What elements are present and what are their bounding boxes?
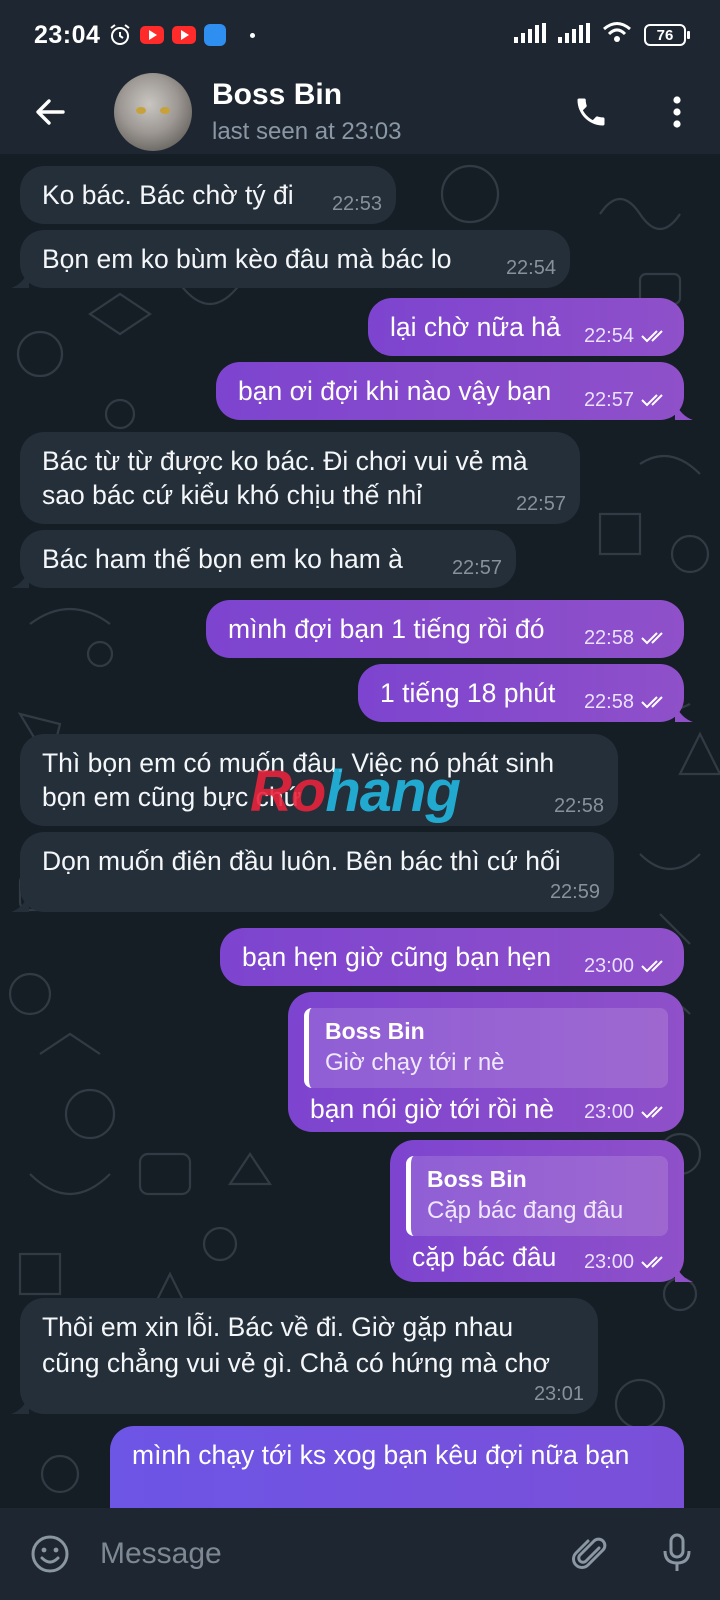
- composer-bar: [0, 1508, 720, 1600]
- arrow-left-icon: [36, 99, 65, 125]
- message-text: 1 tiếng 18 phút: [380, 678, 556, 708]
- message-text-line-2: cũng chẳng vui vẻ gì. Chả có hứng mà chơ: [42, 1348, 550, 1378]
- message-time: 23:01: [533, 1383, 584, 1405]
- youtube-icon-2: [172, 26, 197, 44]
- message-text: mình chạy tới ks xog bạn kêu đợi nữa bạn: [132, 1440, 630, 1470]
- double-check-icon: [641, 696, 663, 709]
- message-incoming[interactable]: Ko bác. Bác chờ tý đi 22:53: [20, 166, 396, 224]
- watermark-logo: Rohang: [250, 758, 461, 825]
- wifi-icon: [602, 21, 632, 50]
- signal-icon-2: [558, 21, 590, 50]
- message-text: Dọn muốn điên đầu luôn. Bên bác thì cứ h…: [42, 846, 561, 876]
- double-check-icon: [641, 960, 663, 973]
- status-time: 23:04: [34, 20, 101, 49]
- emoji-button[interactable]: [0, 1508, 100, 1600]
- last-seen-status: last seen at 23:03: [212, 118, 402, 145]
- emoji-icon: [31, 1535, 69, 1573]
- message-text: lại chờ nữa hả: [390, 312, 561, 342]
- microphone-icon: [663, 1533, 691, 1571]
- message-text: bạn nói giờ tới rồi nè: [310, 1094, 554, 1124]
- signal-icon: [514, 21, 546, 50]
- phone-icon: [577, 98, 605, 126]
- message-time: 22:53: [331, 193, 382, 215]
- more-vertical-icon: [673, 96, 681, 128]
- message-time: 22:54: [583, 325, 634, 347]
- double-check-icon: [641, 394, 663, 407]
- message-time: 22:54: [505, 257, 556, 279]
- message-time: 22:58: [583, 691, 634, 713]
- message-time: 22:59: [549, 881, 600, 903]
- reply-text: Giờ chạy tới r nè: [325, 1049, 505, 1076]
- avatar[interactable]: [114, 73, 192, 151]
- message-time: 22:57: [451, 557, 502, 579]
- message-time: 22:57: [515, 493, 566, 515]
- message-outgoing[interactable]: 1 tiếng 18 phút 22:58: [358, 664, 693, 722]
- message-outgoing[interactable]: lại chờ nữa hả 22:54: [368, 298, 684, 356]
- call-button[interactable]: [548, 70, 634, 154]
- double-check-icon: [641, 1256, 663, 1269]
- watermark-part-1: Ro: [250, 759, 326, 824]
- message-input[interactable]: [100, 1508, 548, 1600]
- battery-level: 76: [656, 26, 674, 44]
- chat-title-block[interactable]: Boss Bin last seen at 23:03: [212, 78, 401, 146]
- message-text-line-1: Bác từ từ được ko bác. Đi chơi vui vẻ mà: [42, 446, 528, 476]
- message-outgoing[interactable]: mình chạy tới ks xog bạn kêu đợi nữa bạn: [110, 1426, 684, 1508]
- voice-record-button[interactable]: [634, 1508, 720, 1600]
- reply-quote[interactable]: Boss Bin Giờ chạy tới r nè: [304, 1008, 668, 1088]
- message-text: bạn ơi đợi khi nào vậy bạn: [238, 376, 552, 406]
- battery-icon: 76: [644, 24, 690, 46]
- message-text-line-2: sao bác cứ kiểu khó chịu thế nhỉ: [42, 480, 423, 510]
- message-text: Bọn em ko bùm kèo đâu mà bác lo: [42, 244, 452, 274]
- message-incoming[interactable]: Bọn em ko bùm kèo đâu mà bác lo 22:54: [11, 230, 570, 288]
- reply-quote[interactable]: Boss Bin Cặp bác đang đâu: [406, 1156, 668, 1236]
- reply-author: Boss Bin: [427, 1166, 527, 1192]
- message-text: mình đợi bạn 1 tiếng rồi đó: [228, 614, 545, 644]
- message-time: 22:58: [583, 627, 634, 649]
- more-options-button[interactable]: [634, 70, 720, 154]
- message-time: 23:00: [583, 955, 634, 977]
- reply-text: Cặp bác đang đâu: [427, 1197, 624, 1224]
- message-incoming[interactable]: Dọn muốn điên đầu luôn. Bên bác thì cứ h…: [11, 832, 614, 912]
- back-button[interactable]: [0, 70, 100, 154]
- message-incoming[interactable]: Thôi em xin lỗi. Bác về đi. Giờ gặp nhau…: [11, 1298, 598, 1414]
- message-text: cặp bác đâu: [412, 1242, 557, 1272]
- double-check-icon: [641, 330, 663, 343]
- message-outgoing[interactable]: bạn ơi đợi khi nào vậy bạn 22:57: [216, 362, 693, 420]
- reply-author: Boss Bin: [325, 1018, 425, 1044]
- message-time: 22:57: [583, 389, 634, 411]
- watermark-part-2: hang: [325, 759, 461, 824]
- message-time: 22:58: [553, 795, 604, 817]
- double-check-icon: [641, 632, 663, 645]
- double-check-icon: [641, 1106, 663, 1119]
- message-outgoing-reply[interactable]: Boss Bin Cặp bác đang đâu cặp bác đâu 23…: [390, 1140, 693, 1282]
- message-text: Bác ham thế bọn em ko ham à: [42, 544, 403, 574]
- alarm-icon: [108, 23, 132, 47]
- notification-dot-icon: [250, 32, 256, 38]
- status-bar: 23:04 76: [0, 0, 720, 70]
- message-text: Ko bác. Bác chờ tý đi: [42, 180, 294, 210]
- message-text-line-1: Thôi em xin lỗi. Bác về đi. Giờ gặp nhau: [42, 1312, 514, 1342]
- attach-button[interactable]: [548, 1508, 634, 1600]
- message-text: bạn hẹn giờ cũng bạn hẹn: [242, 942, 552, 972]
- message-outgoing-reply[interactable]: Boss Bin Giờ chạy tới r nè bạn nói giờ t…: [288, 992, 684, 1132]
- message-outgoing[interactable]: bạn hẹn giờ cũng bạn hẹn 23:00: [220, 928, 684, 986]
- youtube-icon: [140, 26, 165, 44]
- message-incoming[interactable]: Bác ham thế bọn em ko ham à 22:57: [11, 530, 516, 588]
- message-list[interactable]: Ko bác. Bác chờ tý đi 22:53 Bọn em ko bù…: [0, 154, 720, 1508]
- chat-header: Boss Bin last seen at 23:03: [0, 70, 720, 154]
- chat-title: Boss Bin: [212, 78, 343, 111]
- message-incoming[interactable]: Bác từ từ được ko bác. Đi chơi vui vẻ mà…: [20, 432, 580, 524]
- cloud-app-icon: [204, 24, 227, 46]
- message-time: 23:00: [583, 1251, 634, 1273]
- message-time: 23:00: [583, 1101, 634, 1123]
- paperclip-icon: [572, 1537, 607, 1569]
- message-outgoing[interactable]: mình đợi bạn 1 tiếng rồi đó 22:58: [206, 600, 684, 658]
